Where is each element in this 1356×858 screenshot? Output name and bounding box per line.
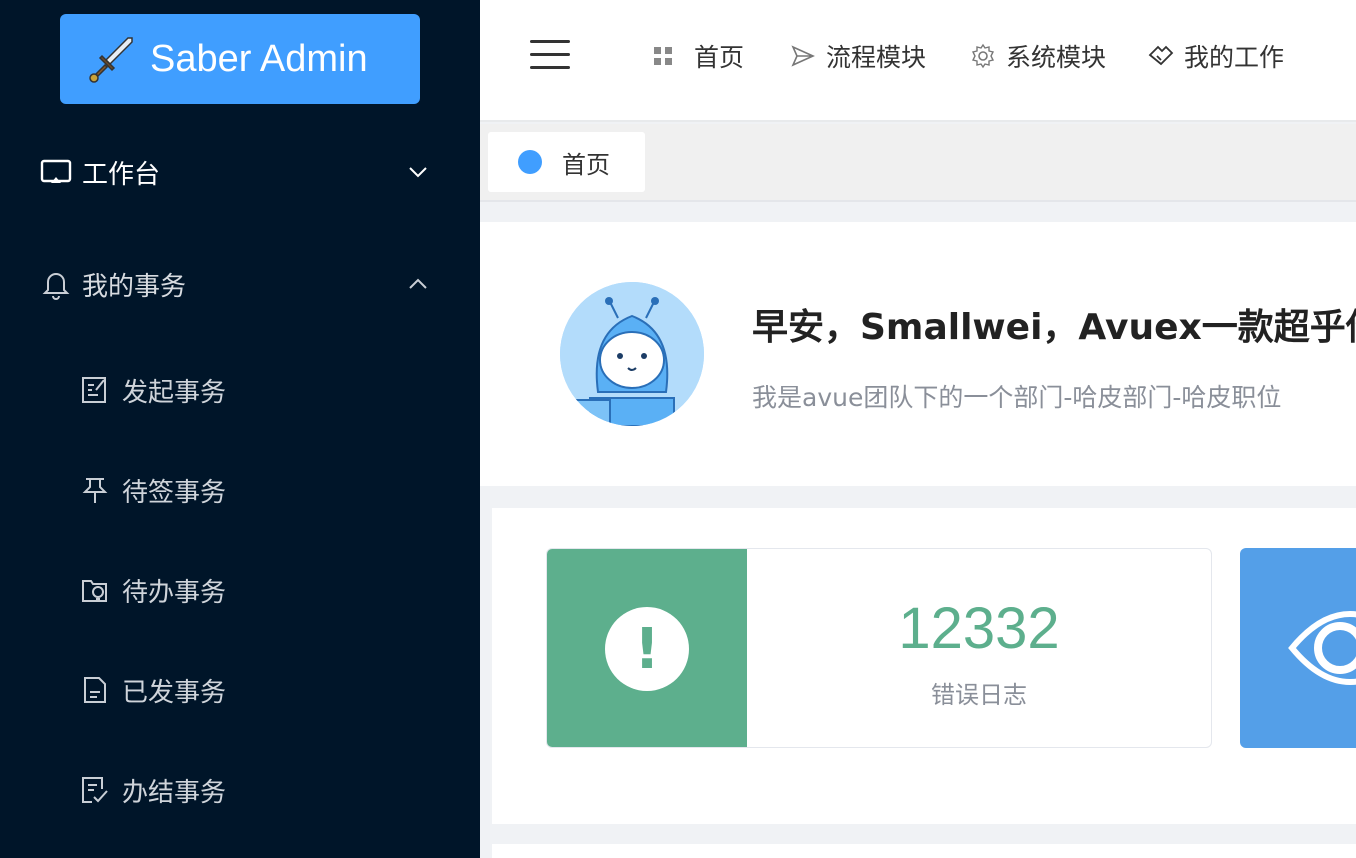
app-logo[interactable]: Saber Admin <box>60 14 420 104</box>
menu-group-label: 我的事务 <box>82 271 187 302</box>
monitor-icon <box>40 159 72 183</box>
document-icon <box>84 677 106 703</box>
menu-group-workbench[interactable]: 工作台 <box>0 137 480 207</box>
sidebar: Saber Admin 工作台 我的事务 发起事务 待签事务 待办事务 已发事务… <box>0 0 480 858</box>
stat-icon-panel: ! <box>547 549 747 747</box>
nav-item-home[interactable]: 首页 <box>650 36 744 76</box>
nav-item-process[interactable]: 流程模块 <box>790 36 926 76</box>
nav-item-label: 首页 <box>694 43 745 72</box>
welcome-title: 早安，Smallwei，Avuex一款超乎你 <box>752 307 1356 348</box>
sidebar-item-label: 发起事务 <box>122 377 227 408</box>
gear-icon <box>971 43 995 69</box>
avatar-illustration <box>560 282 704 426</box>
active-dot-icon <box>518 150 542 174</box>
edit-document-icon <box>82 377 106 403</box>
sidebar-item-label: 待办事务 <box>122 577 227 608</box>
handshake-icon <box>1148 45 1174 66</box>
nav-item-system[interactable]: 系统模块 <box>970 36 1106 76</box>
stat-value: 12332 <box>898 596 1060 661</box>
tags-bar: 首页 <box>480 124 1356 202</box>
welcome-card: 早安，Smallwei，Avuex一款超乎你 我是avue团队下的一个部门-哈皮… <box>480 222 1356 486</box>
stats-card: ! 12332 错误日志 <box>492 508 1356 824</box>
top-bar: 首页 流程模块 系统模块 我的工作 <box>480 0 1356 122</box>
tab-home[interactable]: 首页 <box>488 132 645 192</box>
sidebar-item-label: 办结事务 <box>122 777 227 808</box>
grid-icon <box>654 47 672 65</box>
sidebar-item-label: 待签事务 <box>122 477 227 508</box>
tab-label: 首页 <box>562 150 610 179</box>
sidebar-item-completed[interactable]: 办结事务 <box>0 755 480 825</box>
logo-text: Saber Admin <box>150 37 368 80</box>
bell-icon <box>42 273 70 300</box>
nav-item-label: 流程模块 <box>826 43 927 72</box>
sword-icon <box>89 37 133 83</box>
nav-item-my-work[interactable]: 我的工作 <box>1148 36 1284 76</box>
exclamation-icon: ! <box>605 607 689 691</box>
bottom-card <box>492 844 1356 858</box>
sidebar-item-label: 已发事务 <box>122 677 227 708</box>
sidebar-item-todo[interactable]: 待办事务 <box>0 555 480 625</box>
stat-error-log[interactable]: ! 12332 错误日志 <box>546 548 1212 748</box>
eye-icon <box>1288 610 1356 686</box>
menu-group-label: 工作台 <box>82 159 161 190</box>
sidebar-item-start-affair[interactable]: 发起事务 <box>0 355 480 425</box>
nav-item-label: 系统模块 <box>1006 43 1107 72</box>
stat-label: 错误日志 <box>931 681 1027 709</box>
stat-views[interactable] <box>1240 548 1356 748</box>
sidebar-item-sent[interactable]: 已发事务 <box>0 655 480 725</box>
welcome-subtitle: 我是avue团队下的一个部门-哈皮部门-哈皮职位 <box>752 383 1282 412</box>
pin-icon <box>82 478 108 503</box>
hamburger-menu-icon[interactable] <box>530 40 570 72</box>
send-icon <box>791 45 815 67</box>
avatar[interactable] <box>560 282 704 426</box>
nav-item-label: 我的工作 <box>1184 43 1285 72</box>
sidebar-item-to-sign[interactable]: 待签事务 <box>0 455 480 525</box>
chevron-down-icon <box>409 167 427 178</box>
menu-group-my-affairs[interactable]: 我的事务 <box>0 249 480 319</box>
folder-bulb-icon <box>82 580 107 602</box>
checked-document-icon <box>82 777 108 803</box>
chevron-up-icon <box>409 278 427 289</box>
